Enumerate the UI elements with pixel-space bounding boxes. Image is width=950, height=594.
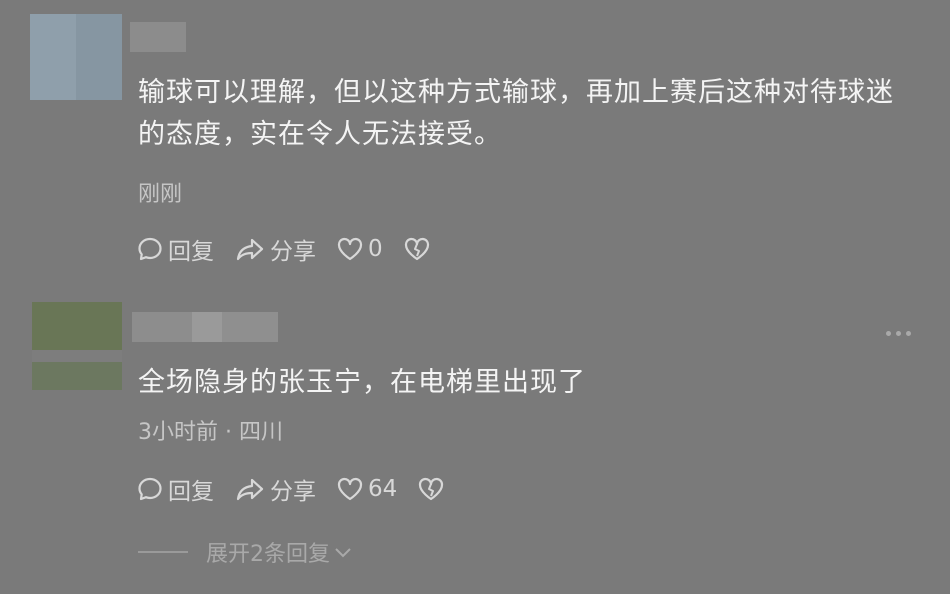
comment-time: 刚刚 (138, 182, 183, 207)
chevron-down-icon (335, 548, 351, 558)
comment-bubble-icon (138, 237, 162, 261)
like-button[interactable]: 64 (336, 475, 397, 503)
comment-text: 全场隐身的张玉宁，在电梯里出现了 (138, 367, 586, 398)
like-button[interactable]: 0 (336, 235, 383, 263)
reply-button[interactable]: 回复 (136, 472, 214, 506)
username-blurred[interactable] (132, 312, 278, 342)
divider-line (138, 551, 188, 553)
comment-text: 输球可以理解，但以这种方式输球，再加上赛后这种对待球迷的态度，实在令人无法接受。 (138, 77, 894, 150)
expand-replies-button[interactable]: 展开2条回复 (138, 536, 352, 568)
share-label: 分享 (270, 479, 316, 505)
avatar[interactable] (30, 14, 122, 100)
more-dots-icon (886, 331, 891, 336)
share-button[interactable]: 分享 (234, 232, 316, 266)
username-blurred[interactable] (130, 22, 186, 52)
reply-button[interactable]: 回复 (136, 232, 214, 266)
like-count: 0 (368, 236, 383, 262)
comment-time-location: 3小时前 · 四川 (138, 420, 283, 445)
reply-label: 回复 (168, 239, 214, 265)
comment-bubble-icon (138, 477, 162, 501)
share-label: 分享 (270, 239, 316, 265)
broken-heart-icon (404, 237, 429, 261)
dislike-button[interactable] (403, 235, 431, 263)
like-count: 64 (368, 476, 398, 502)
expand-replies-label: 展开2条回复 (206, 542, 330, 567)
more-options-button[interactable] (886, 331, 911, 336)
avatar[interactable] (32, 302, 122, 390)
heart-icon (337, 237, 363, 261)
dislike-button[interactable] (417, 475, 445, 503)
heart-icon (337, 477, 363, 501)
share-arrow-icon (236, 238, 264, 261)
share-arrow-icon (236, 478, 264, 501)
reply-label: 回复 (168, 479, 214, 505)
comment-actions: 回复 分享 0 (136, 232, 451, 266)
comment-actions: 回复 分享 64 (136, 472, 465, 506)
broken-heart-icon (419, 477, 444, 501)
share-button[interactable]: 分享 (234, 472, 316, 506)
